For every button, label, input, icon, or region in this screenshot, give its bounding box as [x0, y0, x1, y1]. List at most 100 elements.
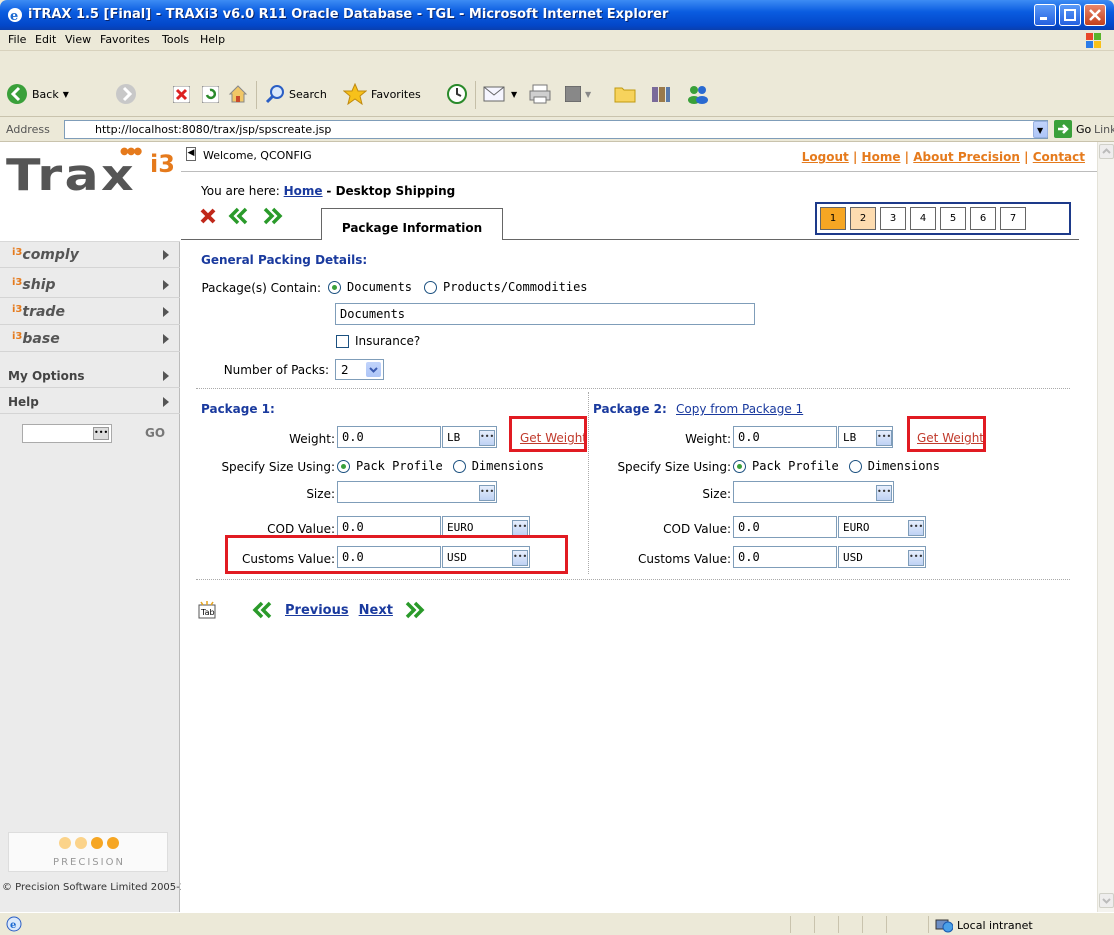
product-prefix: i3 — [12, 247, 23, 258]
back-button[interactable]: Back ▼ — [6, 83, 69, 105]
package-contain-input[interactable]: Documents — [335, 303, 755, 325]
package2-weight-unit-lookup-button[interactable]: ••• — [876, 430, 892, 446]
home-link[interactable]: Home — [862, 150, 901, 164]
collapse-sidebar-button[interactable]: ◀ — [186, 147, 196, 161]
package2-weight-input[interactable]: 0.0 — [733, 426, 837, 448]
package1-cod-currency-lookup-button[interactable]: ••• — [512, 520, 528, 536]
maximize-button[interactable] — [1059, 4, 1081, 26]
stop-button[interactable] — [173, 86, 190, 103]
package2-cod-input[interactable]: 0.0 — [733, 516, 837, 538]
cancel-x-icon[interactable] — [199, 207, 217, 225]
edit-button[interactable]: ▼ — [565, 86, 591, 102]
package1-weight-input[interactable]: 0.0 — [337, 426, 441, 448]
menu-favorites[interactable]: Favorites — [100, 33, 150, 46]
menu-edit[interactable]: Edit — [35, 33, 56, 46]
package2-cod-currency-lookup-button[interactable]: ••• — [908, 520, 924, 536]
previous-double-chevron-icon[interactable] — [251, 601, 275, 619]
sidebar-item-ship[interactable]: i3ship — [0, 272, 180, 298]
sidebar-item-help[interactable]: Help — [0, 390, 180, 414]
sidebar-item-comply[interactable]: i3comply — [0, 242, 180, 268]
insurance-checkbox[interactable] — [336, 334, 349, 348]
package2-dimensions-radio[interactable] — [848, 459, 862, 473]
print-icon — [529, 84, 551, 104]
step-5[interactable]: 5 — [940, 207, 966, 230]
window-title: iTRAX 1.5 [Final] - TRAXi3 v6.0 R11 Orac… — [28, 7, 669, 22]
previous-double-chevron-icon[interactable] — [227, 207, 251, 225]
print-button[interactable] — [529, 84, 551, 104]
sidebar-item-trade[interactable]: i3trade — [0, 299, 180, 325]
sidebar-go-button[interactable]: GO — [145, 426, 165, 440]
highlight-box — [509, 416, 587, 452]
tab-package-information[interactable]: Package Information — [321, 208, 503, 240]
num-packs-select[interactable]: 2 — [335, 359, 384, 380]
messenger-button[interactable] — [686, 84, 710, 104]
refresh-button[interactable] — [202, 86, 219, 103]
close-button[interactable] — [1084, 4, 1106, 26]
refresh-icon — [202, 86, 219, 103]
step-7[interactable]: 7 — [1000, 207, 1026, 230]
history-button[interactable] — [446, 83, 468, 105]
favorites-button[interactable]: Favorites — [343, 83, 421, 105]
forward-button[interactable] — [115, 83, 137, 105]
package2-dimensions-label: Dimensions — [867, 459, 940, 473]
home-button[interactable] — [228, 84, 248, 104]
zone-indicator: Local intranet — [935, 917, 1033, 933]
package1-dimensions-radio[interactable] — [452, 459, 466, 473]
package1-size-input[interactable] — [337, 481, 497, 503]
browser-toolbar: Back ▼ Search Favorites ▼ ▼ — [0, 51, 1114, 117]
package2-pack-profile-radio[interactable] — [733, 459, 746, 473]
search-button[interactable]: Search — [265, 84, 327, 104]
tab-order-icon[interactable]: Tab — [197, 600, 217, 620]
next-double-chevron-icon[interactable] — [403, 601, 427, 619]
next-double-chevron-icon[interactable] — [261, 207, 285, 225]
next-link[interactable]: Next — [359, 603, 393, 618]
vertical-scrollbar[interactable] — [1097, 142, 1114, 912]
logout-link[interactable]: Logout — [802, 150, 849, 164]
menu-file[interactable]: File — [8, 33, 26, 46]
step-4[interactable]: 4 — [910, 207, 936, 230]
package2-size-lookup-button[interactable]: ••• — [876, 485, 892, 501]
forward-arrow-icon — [116, 84, 136, 104]
package2-customs-currency-lookup-button[interactable]: ••• — [908, 550, 924, 566]
step-3[interactable]: 3 — [880, 207, 906, 230]
step-1[interactable]: 1 — [820, 207, 846, 230]
step-6[interactable]: 6 — [970, 207, 996, 230]
menu-view[interactable]: View — [65, 33, 91, 46]
favorites-label: Favorites — [371, 87, 421, 101]
about-precision-link[interactable]: About Precision — [913, 150, 1020, 164]
copy-from-package1-link[interactable]: Copy from Package 1 — [676, 402, 803, 416]
products-radio[interactable] — [424, 280, 438, 294]
address-dropdown-button[interactable]: ▼ — [1033, 121, 1048, 138]
research-button[interactable] — [650, 84, 672, 104]
address-input[interactable]: http://localhost:8080/trax/jsp/spscreate… — [64, 120, 1048, 139]
separator: | — [1024, 150, 1029, 164]
sidebar-item-my-options[interactable]: My Options — [0, 364, 180, 388]
scroll-up-button[interactable] — [1099, 144, 1114, 159]
links-label[interactable]: Links — [1094, 123, 1114, 136]
documents-radio[interactable] — [328, 280, 341, 294]
breadcrumb-home-link[interactable]: Home — [284, 184, 323, 198]
ellipsis-button[interactable]: ••• — [93, 427, 109, 440]
minimize-button[interactable] — [1034, 4, 1056, 26]
sidebar-item-label: My Options — [8, 369, 85, 383]
package1-weight-unit-lookup-button[interactable]: ••• — [479, 430, 495, 446]
discuss-button[interactable] — [614, 84, 636, 104]
scroll-down-button[interactable] — [1099, 893, 1114, 908]
package1-cod-label: COD Value: — [267, 522, 335, 536]
previous-link[interactable]: Previous — [285, 603, 349, 618]
menu-help[interactable]: Help — [200, 33, 225, 46]
package2-size-input[interactable] — [733, 481, 894, 503]
trax-logo-text: Trax — [6, 150, 136, 201]
sidebar-item-base[interactable]: i3base — [0, 326, 180, 352]
chevron-down-icon: ▼ — [1037, 126, 1044, 135]
package1-pack-profile-radio[interactable] — [337, 459, 350, 473]
menu-tools[interactable]: Tools — [162, 33, 189, 46]
package2-customs-input[interactable]: 0.0 — [733, 546, 837, 568]
go-button[interactable]: Go — [1054, 120, 1091, 138]
page-content: Trax ●●● i3 i3comply i3ship i3trade i3ba… — [0, 142, 1097, 912]
package1-size-lookup-button[interactable]: ••• — [479, 485, 495, 501]
step-2[interactable]: 2 — [850, 207, 876, 230]
sidebar-search-input[interactable]: ••• — [22, 424, 112, 443]
contact-link[interactable]: Contact — [1033, 150, 1085, 164]
mail-button[interactable]: ▼ — [483, 84, 517, 104]
